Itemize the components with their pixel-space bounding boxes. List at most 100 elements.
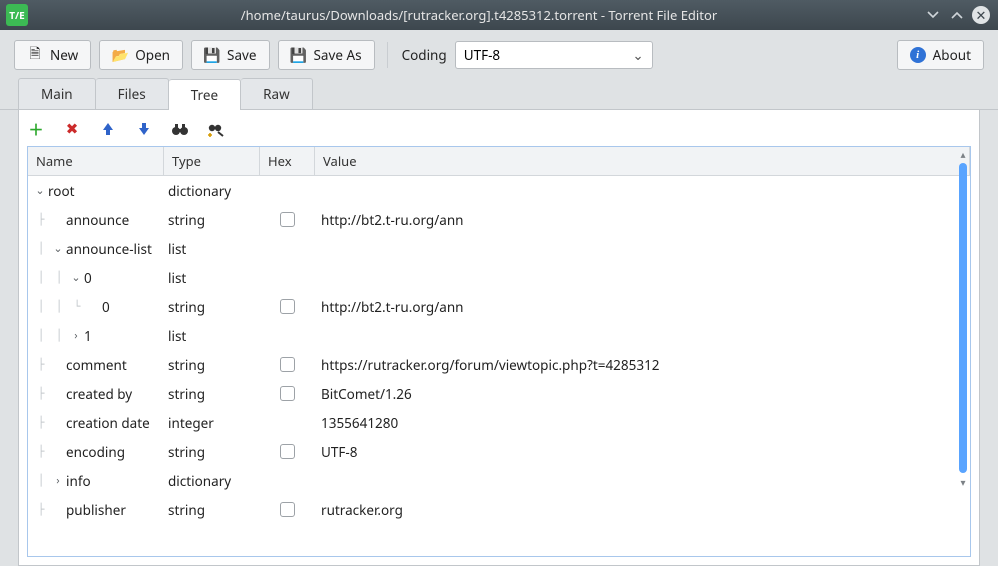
save-button[interactable]: 💾 Save: [191, 40, 269, 70]
coding-select[interactable]: UTF-8 ⌄: [455, 41, 653, 69]
table-row[interactable]: ⌄rootdictionary: [28, 176, 970, 205]
tree-branch-icon: ├: [32, 212, 50, 227]
expand-down-icon[interactable]: ⌄: [68, 270, 84, 285]
expand-right-icon[interactable]: ›: [50, 473, 66, 488]
add-button[interactable]: ＋: [27, 120, 45, 138]
close-button[interactable]: ✕: [972, 6, 990, 24]
table-row[interactable]: ├encodingstringUTF-8: [28, 437, 970, 466]
minimize-button[interactable]: [924, 6, 942, 24]
vertical-scrollbar[interactable]: ▴ ▾: [958, 147, 968, 556]
coding-value: UTF-8: [464, 46, 500, 64]
node-value[interactable]: 1355641280: [315, 414, 970, 432]
main-toolbar: 🗎New 📂Open 💾 Save 💾 Save As Coding UTF-8 ⌄…: [0, 30, 998, 78]
scrollbar-thumb[interactable]: [959, 163, 967, 473]
save-icon: 💾: [291, 47, 307, 63]
save-label: Save: [227, 46, 256, 64]
move-down-button[interactable]: [135, 120, 153, 138]
node-name: 0: [84, 269, 92, 287]
node-name: announce: [66, 211, 129, 229]
tree-branch-icon: │: [32, 299, 50, 314]
replace-button[interactable]: [207, 120, 225, 138]
node-type: list: [164, 240, 260, 258]
tree-branch-icon: ├: [32, 444, 50, 459]
expand-down-icon[interactable]: ⌄: [50, 241, 66, 256]
table-row[interactable]: ├created bystringBitComet/1.26: [28, 379, 970, 408]
tab-bar: Main Files Tree Raw: [0, 78, 998, 110]
node-type: dictionary: [164, 472, 260, 490]
table-row[interactable]: ├commentstringhttps://rutracker.org/foru…: [28, 350, 970, 379]
hex-checkbox[interactable]: [280, 212, 295, 227]
coding-label: Coding: [402, 46, 447, 64]
node-type: string: [164, 356, 260, 374]
folder-open-icon: 📂: [112, 47, 128, 63]
tree-table: Name Type Hex Value ⌄rootdictionary├anno…: [27, 146, 971, 557]
file-icon: 🗎: [27, 47, 43, 63]
tree-branch-icon: │: [32, 270, 50, 285]
table-row[interactable]: │›infodictionary: [28, 466, 970, 495]
hex-checkbox[interactable]: [280, 444, 295, 459]
table-row[interactable]: ││└0stringhttp://bt2.t-ru.org/ann: [28, 292, 970, 321]
scroll-up-icon[interactable]: ▴: [960, 147, 965, 161]
delete-button[interactable]: ✖: [63, 120, 81, 138]
header-type[interactable]: Type: [164, 147, 260, 175]
node-value[interactable]: UTF-8: [315, 443, 970, 461]
table-row[interactable]: ├announcestringhttp://bt2.t-ru.org/ann: [28, 205, 970, 234]
about-button[interactable]: i About: [897, 40, 984, 70]
header-hex[interactable]: Hex: [260, 147, 315, 175]
node-name: creation date: [66, 414, 150, 432]
tree-branch-icon: │: [50, 328, 68, 343]
new-button[interactable]: 🗎New: [14, 40, 91, 70]
window-title: /home/taurus/Downloads/[rutracker.org].t…: [34, 6, 924, 24]
table-row[interactable]: ├creation dateinteger1355641280: [28, 408, 970, 437]
node-type: list: [164, 269, 260, 287]
node-value[interactable]: http://bt2.t-ru.org/ann: [315, 298, 970, 316]
tab-tree[interactable]: Tree: [169, 79, 241, 110]
saveas-label: Save As: [314, 46, 362, 64]
node-value[interactable]: BitComet/1.26: [315, 385, 970, 403]
header-value[interactable]: Value: [315, 147, 970, 175]
node-name: comment: [66, 356, 127, 374]
hex-checkbox[interactable]: [280, 502, 295, 517]
table-row[interactable]: │⌄announce-listlist: [28, 234, 970, 263]
expand-right-icon[interactable]: ›: [68, 328, 84, 343]
save-icon: 💾: [204, 47, 220, 63]
info-icon: i: [910, 47, 926, 63]
table-row[interactable]: ├ publisher string rutracker.org: [28, 495, 970, 524]
chevron-down-icon: ⌄: [632, 46, 643, 64]
hex-checkbox[interactable]: [280, 386, 295, 401]
expand-down-icon[interactable]: ⌄: [32, 183, 48, 198]
tab-files[interactable]: Files: [96, 78, 169, 109]
tree-branch-icon: │: [32, 241, 50, 256]
saveas-button[interactable]: 💾 Save As: [278, 40, 375, 70]
table-row[interactable]: ││›1list: [28, 321, 970, 350]
scroll-down-icon[interactable]: ▾: [960, 475, 965, 489]
node-type: integer: [164, 414, 260, 432]
node-value[interactable]: https://rutracker.org/forum/viewtopic.ph…: [315, 356, 970, 374]
hex-checkbox[interactable]: [280, 357, 295, 372]
hex-cell: [260, 502, 315, 517]
table-row[interactable]: ││⌄0list: [28, 263, 970, 292]
tree-branch-icon: └: [68, 299, 86, 314]
find-button[interactable]: [171, 120, 189, 138]
tree-branch-icon: ├: [32, 502, 50, 517]
header-name[interactable]: Name: [28, 147, 164, 175]
node-value[interactable]: http://bt2.t-ru.org/ann: [315, 211, 970, 229]
node-name: 0: [102, 298, 110, 316]
tree-branch-icon: ├: [32, 386, 50, 401]
node-type: string: [164, 443, 260, 461]
hex-cell: [260, 444, 315, 459]
maximize-button[interactable]: [948, 6, 966, 24]
tab-main[interactable]: Main: [18, 78, 96, 109]
node-name: publisher: [66, 501, 126, 519]
table-header: Name Type Hex Value: [28, 147, 970, 176]
toolbar-separator: [387, 42, 388, 68]
node-type: string: [164, 298, 260, 316]
move-up-button[interactable]: [99, 120, 117, 138]
node-type: string: [164, 501, 260, 519]
hex-checkbox[interactable]: [280, 299, 295, 314]
node-name: root: [48, 182, 75, 200]
node-value[interactable]: rutracker.org: [315, 501, 970, 519]
about-label: About: [933, 46, 971, 64]
open-button[interactable]: 📂Open: [99, 40, 183, 70]
tab-raw[interactable]: Raw: [241, 78, 313, 109]
